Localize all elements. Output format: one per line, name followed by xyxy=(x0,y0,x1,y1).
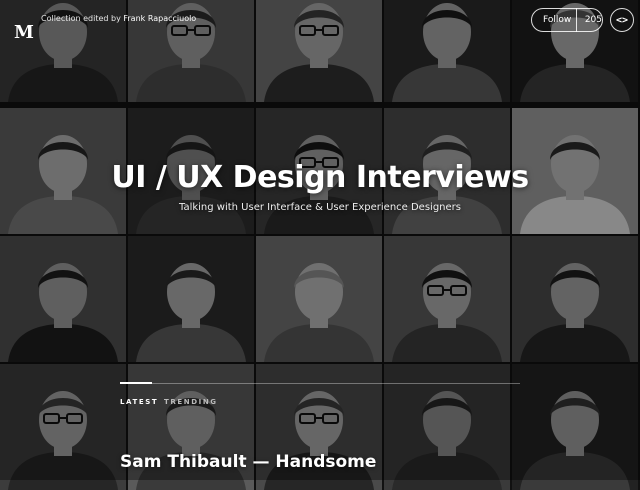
tab-latest[interactable]: LATEST xyxy=(120,398,158,406)
active-tab-indicator xyxy=(120,382,152,384)
editor-prefix: Collection edited by xyxy=(41,14,121,23)
contributor-photo xyxy=(0,236,126,362)
follower-count: 205 xyxy=(584,15,602,25)
follow-label: Follow xyxy=(543,15,572,25)
tabs-divider xyxy=(120,383,520,384)
collection-editor-credit: Collection edited by Frank Rapacciuolo xyxy=(41,14,196,23)
code-glyph: <> xyxy=(615,14,629,26)
contributor-photo xyxy=(512,364,638,490)
contributor-photo xyxy=(0,364,126,490)
contributor-photo xyxy=(384,0,510,102)
collection-subtitle: Talking with User Interface & User Exper… xyxy=(178,202,461,213)
editor-name-link[interactable]: Frank Rapacciuolo xyxy=(123,14,196,23)
contributor-photo xyxy=(256,236,382,362)
code-brackets-icon[interactable]: <> xyxy=(610,8,634,32)
collection-title: UI / UX Design Interviews xyxy=(111,160,529,195)
contributor-photo-mosaic xyxy=(0,0,640,490)
contributor-photo xyxy=(256,0,382,102)
contributor-photo xyxy=(512,236,638,362)
follow-button[interactable]: Follow 205 xyxy=(531,8,603,32)
contributor-photo xyxy=(128,236,254,362)
contributor-photo xyxy=(384,236,510,362)
tab-trending[interactable]: TRENDING xyxy=(164,398,218,406)
medium-logo[interactable]: M xyxy=(14,22,34,43)
latest-post-title[interactable]: Sam Thibault — Handsome xyxy=(120,452,376,472)
